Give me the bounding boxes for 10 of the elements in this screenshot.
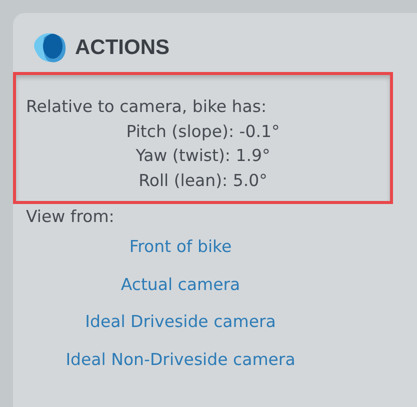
orientation-reading: Roll (lean): 5.0° (138, 170, 268, 192)
view-link[interactable]: Actual camera (120, 266, 240, 303)
view-link[interactable]: Ideal Driveside camera (85, 303, 276, 340)
view-link[interactable]: Ideal Non-Driveside camera (66, 340, 296, 378)
orientation-heading: Relative to camera, bike has: (25, 96, 267, 118)
orientation-reading: Yaw (twist): 1.9° (136, 145, 270, 167)
view-label: View from: (25, 206, 116, 228)
panel-title: ACTIONS (75, 36, 170, 60)
orientation-reading: Pitch (slope): -0.1° (126, 120, 280, 142)
view-link[interactable]: Front of bike (129, 228, 232, 266)
